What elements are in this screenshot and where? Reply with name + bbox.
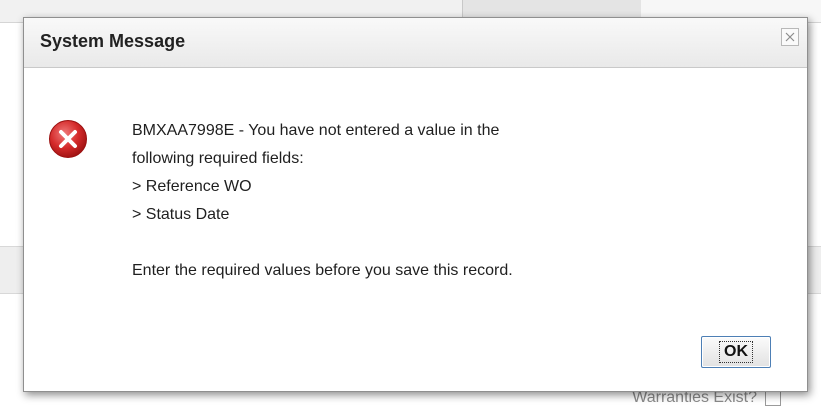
dialog-message: BMXAA7998E - You have not entered a valu… xyxy=(132,117,772,285)
required-field-item: > Status Date xyxy=(132,206,230,223)
background-checkbox xyxy=(765,389,781,406)
close-icon xyxy=(785,32,795,42)
close-button[interactable] xyxy=(781,28,799,46)
ok-button-label: OK xyxy=(719,341,753,363)
message-instruction: Enter the required values before you sav… xyxy=(132,262,513,279)
system-message-dialog: System Message BMXAA7998E - You have not… xyxy=(23,17,808,392)
required-field-item: > Reference WO xyxy=(132,178,252,195)
ok-button[interactable]: OK xyxy=(701,336,771,368)
error-icon xyxy=(49,120,87,158)
dialog-title: System Message xyxy=(40,31,186,51)
message-line: BMXAA7998E - You have not entered a valu… xyxy=(132,122,500,139)
message-spacer xyxy=(132,229,772,257)
dialog-titlebar: System Message xyxy=(24,18,807,68)
message-line: following required fields: xyxy=(132,150,304,167)
